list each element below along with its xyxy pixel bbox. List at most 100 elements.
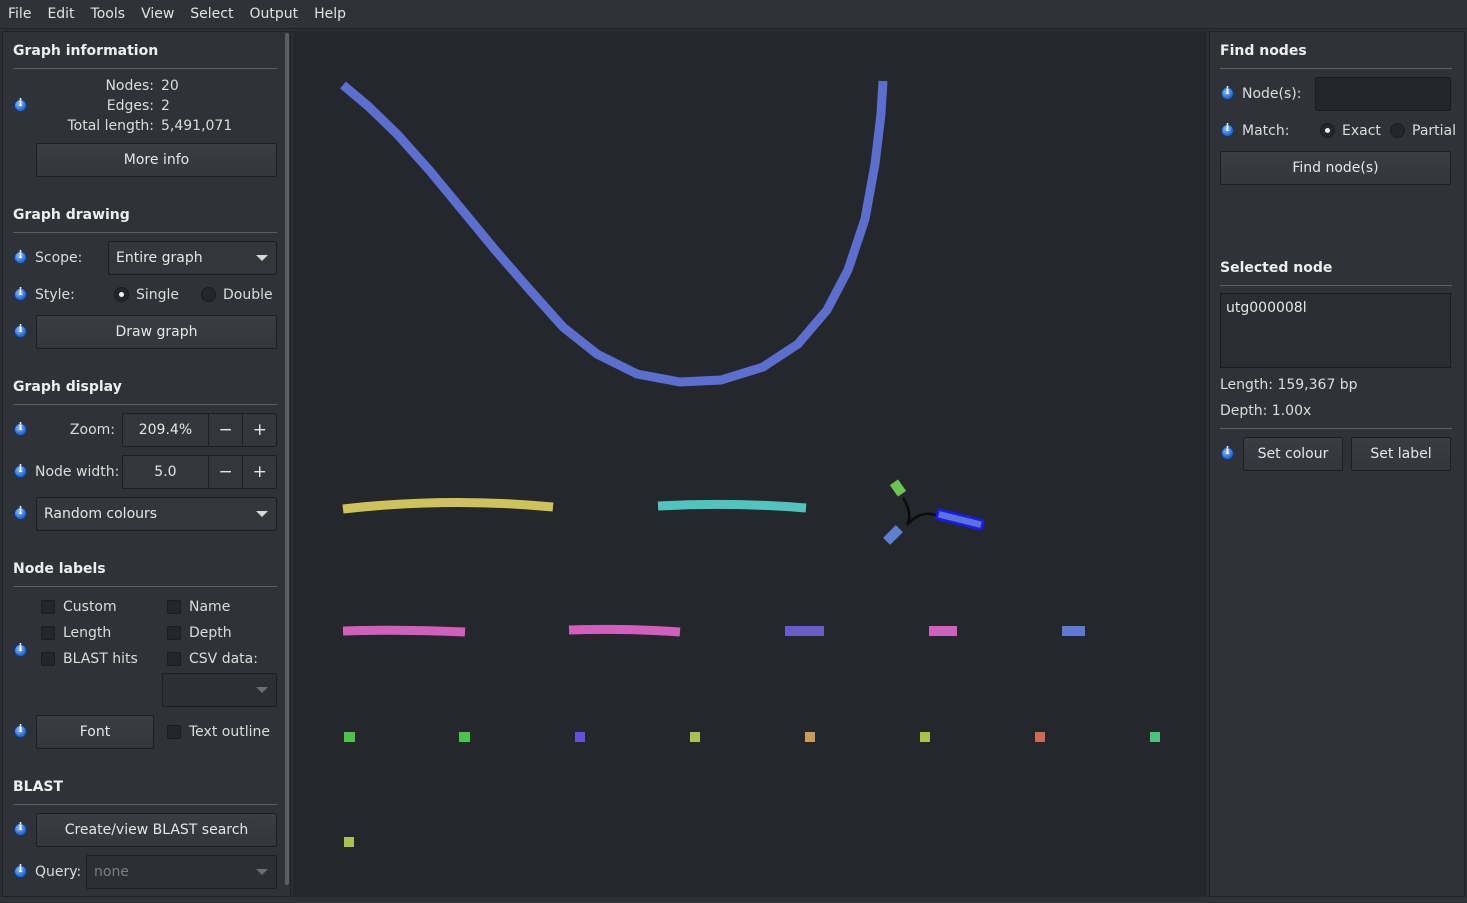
colour-scheme-value: Random colours (44, 506, 158, 522)
menu-output[interactable]: Output (242, 0, 307, 29)
nodes-count-label: Nodes: (105, 78, 154, 94)
graph-node-tiny-8[interactable] (1150, 732, 1160, 742)
info-icon[interactable] (14, 643, 27, 657)
divider (1220, 285, 1452, 286)
info-icon[interactable] (14, 422, 27, 436)
font-button[interactable]: Font (36, 715, 154, 749)
node-width-spinbox[interactable]: 5.0 − + (122, 455, 277, 489)
graph-canvas[interactable] (293, 31, 1206, 897)
menu-tools[interactable]: Tools (83, 0, 134, 29)
info-icon[interactable] (1221, 86, 1234, 100)
divider (13, 404, 277, 405)
style-single-radio[interactable] (114, 287, 129, 302)
selected-node-depth: Depth: 1.00x (1220, 403, 1312, 419)
divider (13, 586, 277, 587)
info-icon[interactable] (1221, 123, 1234, 137)
set-colour-button[interactable]: Set colour (1243, 437, 1343, 471)
scope-select[interactable]: Entire graph (108, 241, 277, 275)
graph-node-selected[interactable] (934, 508, 985, 531)
graph-node-violet[interactable] (785, 626, 824, 636)
graph-node-tiny-3[interactable] (575, 732, 585, 742)
graph-node-green-small[interactable] (889, 479, 907, 497)
node-width-value[interactable]: 5.0 (123, 456, 209, 488)
menu-select[interactable]: Select (182, 0, 241, 29)
graph-drawing[interactable] (293, 31, 1206, 897)
csv-column-select[interactable] (162, 673, 277, 707)
colour-scheme-select[interactable]: Random colours (36, 497, 277, 531)
graph-node-yellow[interactable] (342, 497, 554, 514)
menu-file[interactable]: File (0, 0, 39, 29)
style-single-label: Single (136, 287, 180, 303)
blast-query-select[interactable]: none (86, 855, 277, 889)
info-icon[interactable] (14, 864, 27, 878)
status-bar (0, 897, 1467, 903)
selected-node-names[interactable]: utg000008l (1220, 293, 1451, 368)
graph-node-tiny-7[interactable] (1035, 732, 1045, 742)
graph-node-tiny-5[interactable] (805, 732, 815, 742)
graph-node-tiny-1[interactable] (344, 732, 355, 742)
custom-label-checkbox[interactable] (41, 600, 55, 614)
info-icon[interactable] (14, 98, 27, 112)
info-icon[interactable] (14, 464, 27, 478)
blast-search-button[interactable]: Create/view BLAST search (36, 813, 277, 847)
depth-label-checkbox[interactable] (167, 626, 181, 640)
graph-node-tiny-2[interactable] (459, 732, 470, 742)
graph-node-blue-3[interactable] (1062, 626, 1085, 636)
zoom-increase-button[interactable]: + (242, 414, 276, 446)
menu-view[interactable]: View (133, 0, 182, 29)
graph-node-pink-2[interactable] (568, 624, 681, 637)
text-outline-label: Text outline (189, 724, 270, 740)
draw-graph-button[interactable]: Draw graph (36, 315, 277, 349)
match-partial-radio[interactable] (1390, 123, 1405, 138)
scope-label: Scope: (35, 250, 83, 266)
graph-drawing-title: Graph drawing (13, 207, 130, 223)
csv-data-label-checkbox[interactable] (167, 652, 181, 666)
text-outline-checkbox[interactable] (167, 725, 181, 739)
node-width-decrease-button[interactable]: − (209, 456, 243, 488)
graph-node-blue-small[interactable] (883, 525, 903, 545)
more-info-button[interactable]: More info (36, 143, 277, 177)
info-icon[interactable] (14, 724, 27, 738)
blast-hits-label-text: BLAST hits (63, 651, 138, 667)
edges-count-value: 2 (161, 98, 170, 114)
zoom-decrease-button[interactable]: − (209, 414, 243, 446)
graph-node-pink-1[interactable] (342, 625, 466, 637)
graph-node-cyan[interactable] (657, 499, 807, 513)
set-label-button[interactable]: Set label (1351, 437, 1451, 471)
match-exact-radio[interactable] (1320, 123, 1335, 138)
menu-edit[interactable]: Edit (39, 0, 82, 29)
left-panel-scrollbar[interactable] (285, 33, 289, 885)
node-width-increase-button[interactable]: + (242, 456, 276, 488)
zoom-spinbox[interactable]: 209.4% − + (122, 413, 277, 447)
find-nodes-title: Find nodes (1220, 43, 1307, 59)
length-label-checkbox[interactable] (41, 626, 55, 640)
total-length-value: 5,491,071 (161, 118, 233, 134)
info-icon[interactable] (14, 287, 27, 301)
match-label: Match: (1242, 123, 1290, 139)
divider (1220, 428, 1452, 429)
graph-node-large-u[interactable] (340, 80, 888, 387)
info-icon[interactable] (14, 822, 27, 836)
style-double-radio[interactable] (201, 287, 216, 302)
zoom-value[interactable]: 209.4% (123, 414, 209, 446)
name-label-checkbox[interactable] (167, 600, 181, 614)
zoom-label: Zoom: (69, 422, 115, 438)
blast-hits-label-checkbox[interactable] (41, 652, 55, 666)
graph-node-tiny-4[interactable] (690, 732, 700, 742)
graph-node-tiny-9[interactable] (344, 837, 354, 847)
total-length-label: Total length: (67, 118, 155, 134)
graph-node-pink-3[interactable] (929, 626, 957, 636)
chevron-down-icon (256, 511, 268, 517)
graph-display-title: Graph display (13, 379, 122, 395)
info-icon[interactable] (14, 324, 27, 338)
length-label-text: Length (63, 625, 112, 641)
find-nodes-button[interactable]: Find node(s) (1220, 151, 1451, 185)
graph-node-tiny-6[interactable] (920, 732, 930, 742)
find-nodes-input[interactable] (1315, 77, 1451, 111)
info-icon[interactable] (14, 250, 27, 264)
info-icon[interactable] (1221, 446, 1234, 460)
query-label: Query: (35, 864, 82, 880)
divider (13, 804, 277, 805)
info-icon[interactable] (14, 506, 27, 520)
menu-help[interactable]: Help (306, 0, 354, 29)
